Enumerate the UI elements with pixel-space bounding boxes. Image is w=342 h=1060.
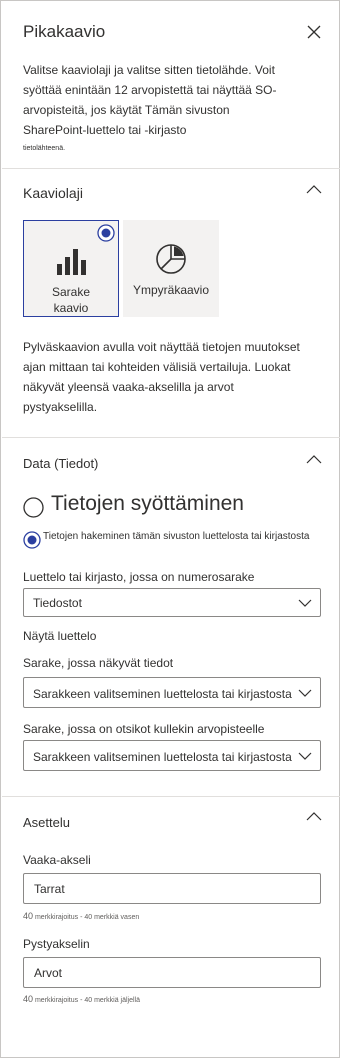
y-axis-char-counter: 40 merkkirajoitus - 40 merkkiä jäljellä bbox=[23, 994, 140, 1004]
chevron-down-icon bbox=[298, 689, 312, 697]
column-data-value: Sarakkeen valitseminen luettelosta tai k… bbox=[33, 687, 292, 701]
chart-type-label-column: Sarake kaavio bbox=[24, 284, 118, 316]
column-labels-label: Sarake, jossa on otsikot kullekin arvopi… bbox=[23, 722, 265, 736]
list-dropdown-value: Tiedostot bbox=[33, 596, 82, 610]
intro-text: Valitse kaaviolaji ja valitse sitten tie… bbox=[23, 60, 293, 156]
chevron-up-icon[interactable] bbox=[305, 453, 323, 465]
x-axis-input[interactable] bbox=[23, 873, 321, 904]
intro-small-text: tietolähteenä. bbox=[23, 145, 66, 152]
divider bbox=[2, 437, 340, 438]
radio-selected-icon bbox=[23, 531, 41, 549]
section-title-layout: Asettelu bbox=[23, 815, 70, 830]
y-axis-input[interactable] bbox=[23, 957, 321, 988]
section-title-data: Data (Tiedot) bbox=[23, 456, 99, 471]
radio-list-label: Tietojen hakeminen tämän sivuston luette… bbox=[43, 531, 310, 542]
column-labels-dropdown[interactable]: Sarakkeen valitseminen luettelosta tai k… bbox=[23, 740, 321, 771]
column-data-label: Sarake, jossa näkyvät tiedot bbox=[23, 656, 174, 670]
quick-chart-panel: Pikakaavio Valitse kaaviolaji ja valitse… bbox=[0, 0, 340, 1058]
chevron-up-icon[interactable] bbox=[305, 183, 323, 195]
list-dropdown[interactable]: Tiedostot bbox=[23, 588, 321, 617]
column-labels-value: Sarakkeen valitseminen luettelosta tai k… bbox=[33, 750, 292, 764]
show-list-link[interactable]: Näytä luettelo bbox=[23, 629, 96, 643]
chart-type-label-pie: Ympyräkaavio bbox=[132, 283, 210, 297]
y-counter-text: merkkirajoitus - 40 merkkiä jäljellä bbox=[34, 997, 140, 1004]
chart-type-label-line2: kaavio bbox=[53, 301, 89, 315]
y-counter-number: 40 bbox=[23, 994, 34, 1004]
divider bbox=[2, 796, 340, 797]
chevron-down-icon bbox=[298, 599, 312, 607]
y-axis-label: Pystyakselin bbox=[23, 937, 90, 951]
divider bbox=[2, 168, 340, 169]
chart-type-option-column[interactable]: Sarake kaavio bbox=[23, 220, 119, 317]
x-axis-label: Vaaka-akseli bbox=[23, 853, 91, 867]
close-icon[interactable] bbox=[303, 21, 325, 43]
radio-unselected-icon bbox=[23, 497, 44, 518]
chart-type-option-pie[interactable]: Ympyräkaavio bbox=[123, 220, 219, 317]
chevron-up-icon[interactable] bbox=[305, 810, 323, 822]
pie-chart-icon bbox=[155, 243, 187, 280]
radio-selected-icon bbox=[97, 224, 115, 247]
radio-manual-label: Tietojen syöttäminen bbox=[51, 492, 244, 515]
chart-type-description: Pylväskaavion avulla voit näyttää tietoj… bbox=[23, 340, 300, 414]
chart-type-label-line1: Sarake bbox=[51, 285, 91, 299]
bar-chart-icon bbox=[56, 246, 88, 281]
chevron-down-icon bbox=[298, 752, 312, 760]
panel-title: Pikakaavio bbox=[23, 22, 106, 41]
x-counter-number: 40 bbox=[23, 911, 34, 921]
list-label: Luettelo tai kirjasto, jossa on numerosa… bbox=[23, 570, 255, 584]
section-title-chart-type: Kaaviolaji bbox=[23, 185, 83, 201]
intro-main-text: Valitse kaaviolaji ja valitse sitten tie… bbox=[23, 63, 277, 137]
x-axis-char-counter: 40 merkkirajoitus - 40 merkkiä vasen bbox=[23, 911, 139, 921]
column-data-dropdown[interactable]: Sarakkeen valitseminen luettelosta tai k… bbox=[23, 677, 321, 708]
x-counter-text: merkkirajoitus - 40 merkkiä vasen bbox=[34, 914, 140, 921]
